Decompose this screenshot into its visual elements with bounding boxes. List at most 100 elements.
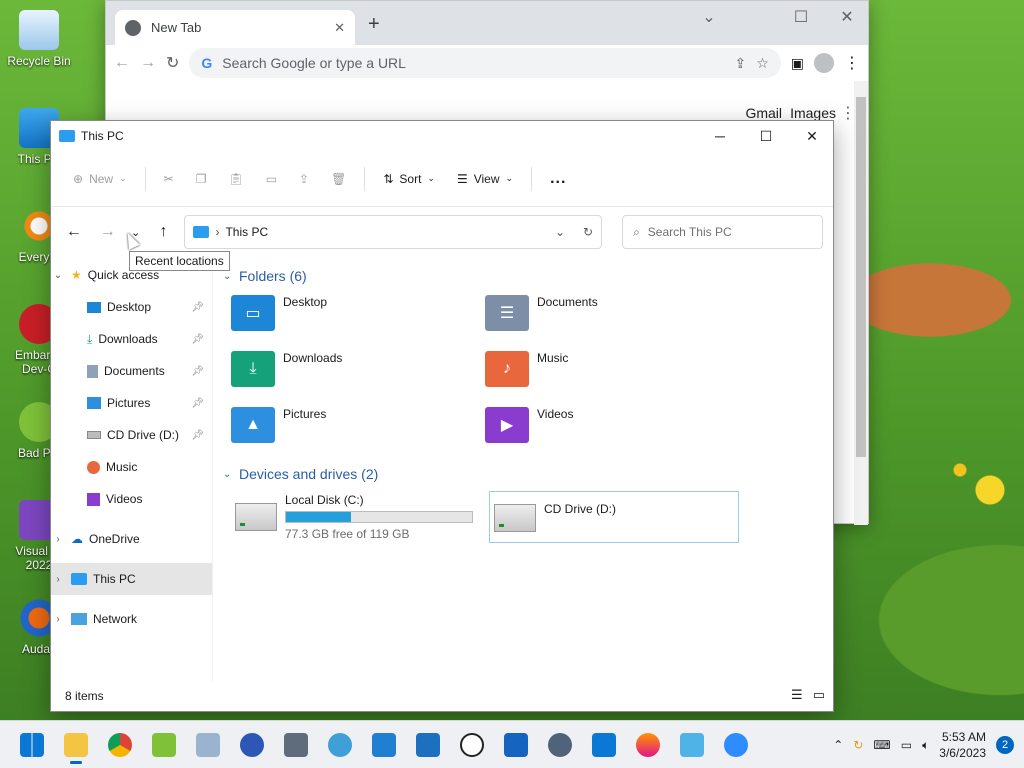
videos-folder-icon: ▶ (485, 407, 529, 443)
chevron-up-icon[interactable]: ⌃ (833, 738, 843, 752)
devices-group-header[interactable]: ⌄ Devices and drives (2) (223, 461, 833, 487)
notification-badge[interactable]: 2 (996, 736, 1014, 754)
chevron-down-icon[interactable]: ⌄ (51, 270, 65, 281)
up-button[interactable]: ↑ (151, 219, 177, 245)
forward-button[interactable]: → (95, 219, 121, 245)
nav-downloads[interactable]: ⤓ Downloads 📌︎ (51, 323, 212, 355)
divider (364, 166, 366, 191)
breadcrumb[interactable]: This PC (225, 225, 268, 239)
cut-button[interactable]: ✂ (156, 163, 182, 195)
clock[interactable]: 5:53 AM 3/6/2023 (939, 729, 986, 761)
details-view-icon[interactable]: ☰ (791, 687, 803, 703)
taskbar-notepad[interactable] (362, 725, 406, 765)
folder-desktop[interactable]: ▭ Desktop (231, 295, 485, 341)
taskbar-photos-app[interactable] (406, 725, 450, 765)
see-more-button[interactable]: ... (542, 163, 574, 195)
taskbar-chrome[interactable] (98, 725, 142, 765)
profile-avatar[interactable] (814, 53, 834, 73)
nav-cd-drive[interactable]: CD Drive (D:) 📌︎ (51, 419, 212, 451)
keyboard-icon[interactable]: ⌨ (873, 738, 890, 752)
start-button[interactable] (10, 725, 54, 765)
chrome-menu-icon[interactable]: ⋮ (844, 53, 860, 73)
minimize-button[interactable]: ─ (697, 121, 743, 151)
chrome-scrollbar[interactable] (854, 81, 868, 525)
taskbar-clock[interactable] (450, 725, 494, 765)
google-g-icon: G (201, 55, 213, 71)
side-panel-icon[interactable]: ▣ (791, 55, 804, 72)
chevron-right-icon[interactable]: › (51, 614, 65, 625)
nav-videos[interactable]: Videos (51, 483, 212, 515)
forward-icon[interactable]: → (140, 54, 156, 72)
navigation-row: ← → ⌄ ↑ › This PC ⌄ ↻ ⌕ Search This PC (51, 207, 833, 257)
tiles-view-icon[interactable]: ▭ (813, 687, 825, 703)
sync-icon[interactable]: ↻ (853, 738, 863, 752)
volume-icon[interactable]: 🔈︎ (922, 738, 929, 753)
new-button[interactable]: ⊕ New ⌄ (65, 163, 135, 195)
maximize-button[interactable]: ☐ (743, 121, 789, 151)
back-icon[interactable]: ← (114, 54, 130, 72)
share-button[interactable]: ⇪ (291, 163, 317, 195)
folders-group-header[interactable]: ⌄ Folders (6) (223, 263, 833, 289)
bookmark-star-icon[interactable]: ☆ (756, 55, 769, 72)
nav-network[interactable]: › Network (51, 603, 212, 635)
refresh-icon[interactable]: ↻ (583, 225, 593, 239)
maximize-icon[interactable]: ☐ (778, 7, 824, 27)
search-box[interactable]: ⌕ Search This PC (622, 215, 823, 249)
chevron-right-icon[interactable]: › (51, 574, 65, 585)
recycle-bin-shortcut[interactable]: Recycle Bin (1, 10, 77, 68)
nav-pictures[interactable]: Pictures 📌︎ (51, 387, 212, 419)
taskbar-calendar[interactable] (582, 725, 626, 765)
folder-icon (64, 732, 88, 757)
taskbar-firefox[interactable] (626, 725, 670, 765)
close-tab-icon[interactable]: ✕ (334, 20, 345, 36)
nav-this-pc[interactable]: › This PC (51, 563, 212, 595)
folder-videos[interactable]: ▶ Videos (485, 407, 739, 453)
gmail-link[interactable]: Gmail (745, 105, 782, 121)
sort-button[interactable]: ⇅ Sort ⌄ (375, 163, 443, 195)
drive-cd-d[interactable]: CD Drive (D:) (489, 491, 739, 543)
scroll-thumb[interactable] (856, 97, 866, 457)
folder-downloads[interactable]: ⤓ Downloads (231, 351, 485, 397)
calendar-icon (592, 732, 616, 757)
pin-icon: 📌︎ (191, 333, 204, 345)
chevron-right-icon[interactable]: › (51, 534, 65, 545)
nav-music[interactable]: Music (51, 451, 212, 483)
nav-desktop[interactable]: Desktop 📌︎ (51, 291, 212, 323)
view-button[interactable]: ☰ View ⌄ (449, 163, 521, 195)
folder-pictures[interactable]: ▲ Pictures (231, 407, 485, 453)
taskbar-snipping[interactable] (670, 725, 714, 765)
share-icon[interactable]: ⇪ (734, 55, 746, 72)
taskbar-store[interactable] (494, 725, 538, 765)
copy-button[interactable]: ❐ (188, 163, 215, 195)
taskbar-calculator[interactable] (274, 725, 318, 765)
network-icon[interactable]: ▭ (901, 738, 912, 752)
nav-documents[interactable]: Documents 📌︎ (51, 355, 212, 387)
nav-onedrive[interactable]: › ☁ OneDrive (51, 523, 212, 555)
delete-button[interactable]: 🗑︎ (323, 163, 354, 195)
taskbar-bad-piggies[interactable] (142, 725, 186, 765)
new-tab-button[interactable]: + (368, 13, 380, 36)
taskbar-settings[interactable] (538, 725, 582, 765)
taskbar-audacity[interactable] (230, 725, 274, 765)
back-button[interactable]: ← (61, 219, 87, 245)
clock-date: 3/6/2023 (939, 746, 986, 760)
omnibox[interactable]: G Search Google or type a URL ⇪ ☆ (189, 48, 781, 78)
taskbar-maps[interactable] (318, 725, 362, 765)
close-button[interactable]: ✕ (789, 121, 835, 151)
address-bar[interactable]: › This PC ⌄ ↻ (184, 215, 603, 249)
images-link[interactable]: Images (790, 105, 836, 121)
paste-button[interactable]: 📋︎ (220, 163, 251, 195)
drive-local-disk-c[interactable]: Local Disk (C:) 77.3 GB free of 119 GB (231, 491, 481, 543)
taskbar-zoom[interactable] (714, 725, 758, 765)
folder-documents[interactable]: ☰ Documents (485, 295, 739, 341)
close-icon[interactable]: ✕ (824, 7, 870, 27)
recycle-bin-icon (19, 10, 59, 50)
address-dropdown-icon[interactable]: ⌄ (555, 225, 565, 239)
taskbar-photos[interactable] (186, 725, 230, 765)
tab-search-icon[interactable]: ⌄ (686, 7, 732, 27)
chrome-tab[interactable]: New Tab ✕ (115, 10, 355, 45)
reload-icon[interactable]: ↻ (166, 53, 179, 73)
taskbar-file-explorer[interactable] (54, 725, 98, 765)
folder-music[interactable]: ♪ Music (485, 351, 739, 397)
rename-button[interactable]: ▭ (258, 163, 285, 195)
